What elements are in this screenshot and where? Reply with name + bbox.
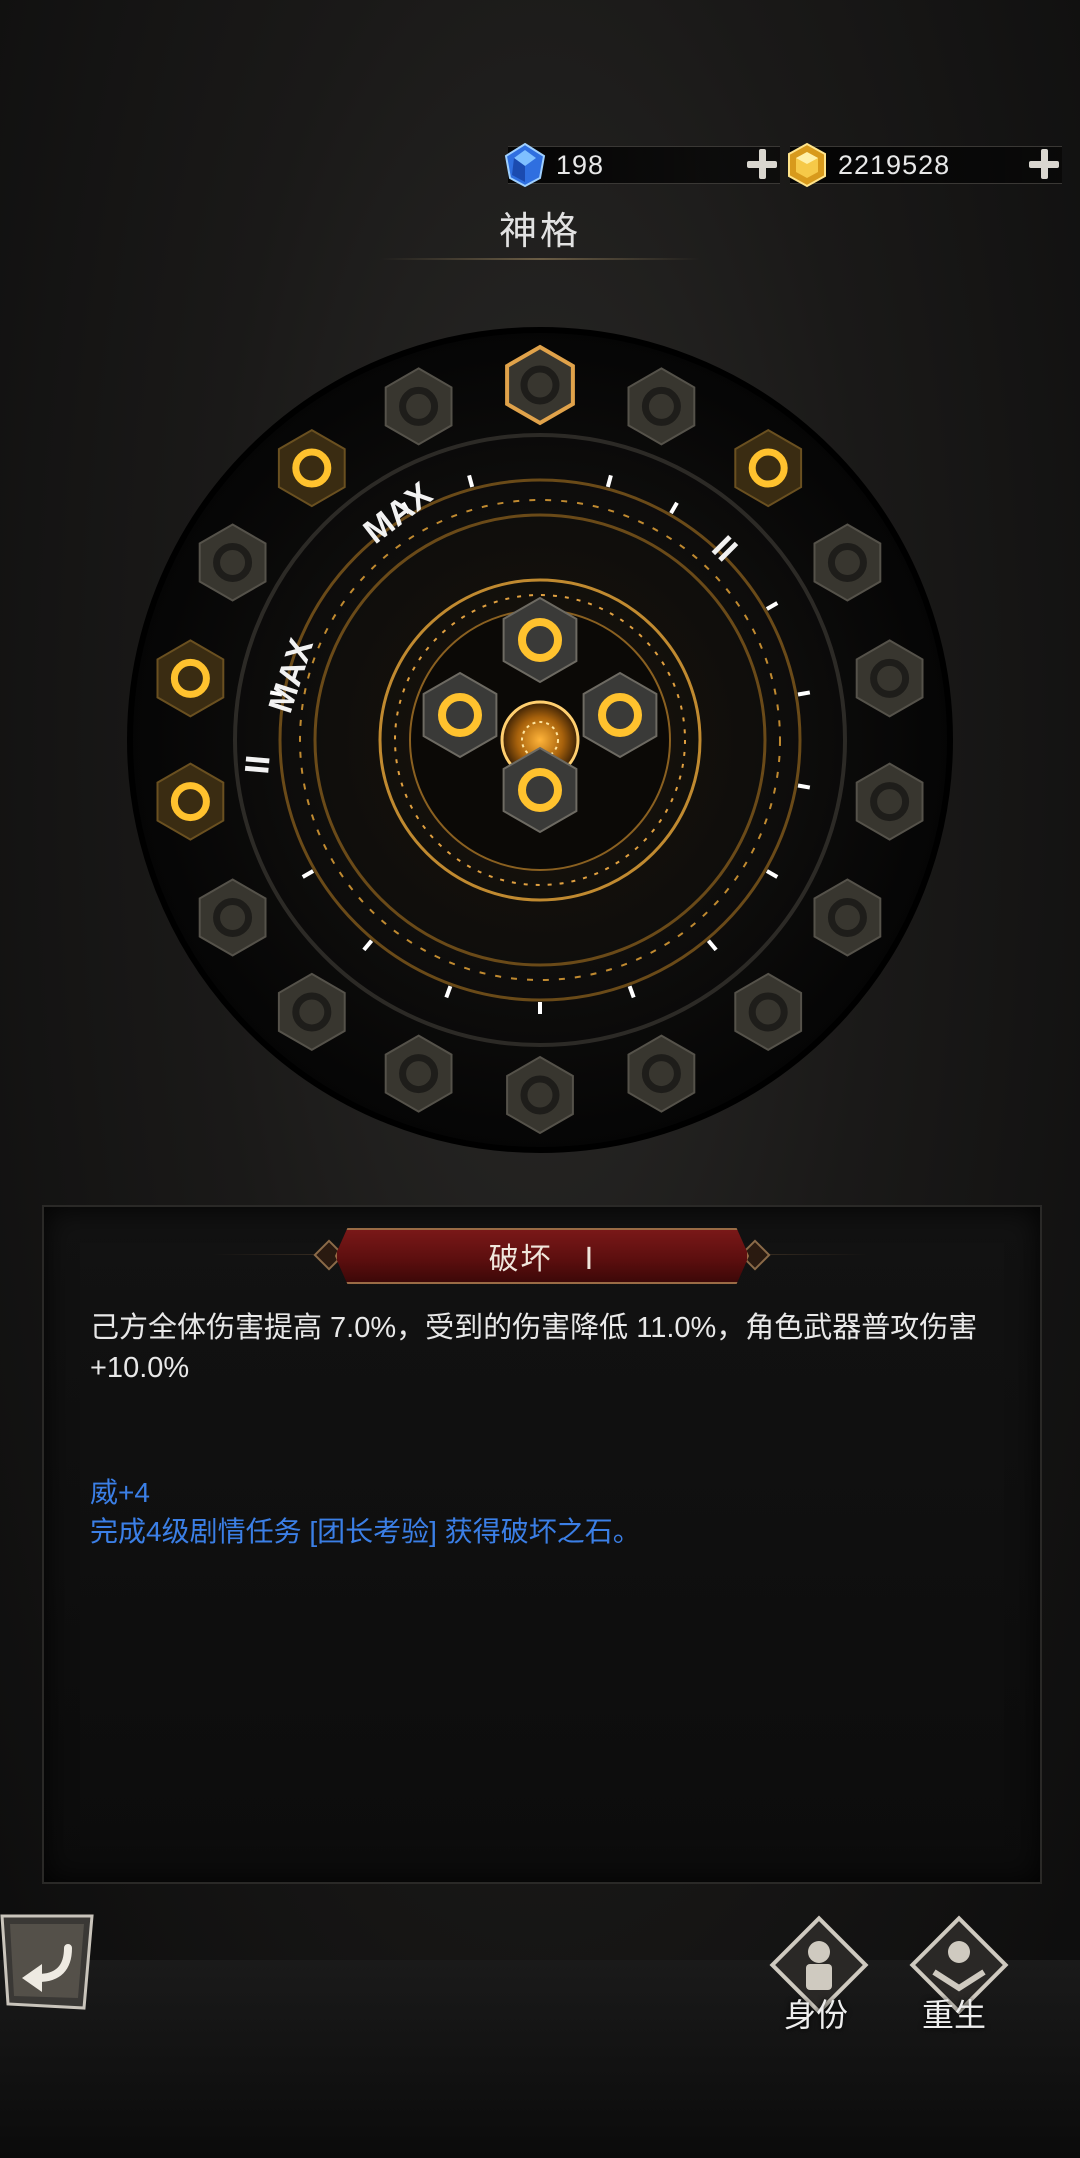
rune-acquire-hint: 完成4级剧情任务 [团长考验] 获得破坏之石。 [90, 1516, 641, 1547]
title-divider [380, 258, 700, 260]
rune-wheel: MAX MAX II II [127, 327, 953, 1153]
add-gems-button[interactable] [744, 146, 780, 182]
blue-gem-icon [504, 142, 546, 188]
person-icon [806, 1941, 832, 1990]
rune-title-banner: 破坏 Ⅰ [335, 1228, 749, 1284]
rebirth-label: 重生 [922, 1997, 987, 2033]
level-marker-2b: II [238, 754, 278, 776]
rune-description: 己方全体伤害提高 7.0%，受到的伤害降低 11.0%，角色武器普攻伤害+10.… [90, 1312, 978, 1384]
identity-label: 身份 [784, 1997, 849, 2033]
gold-gem-icon [788, 142, 826, 188]
gold-count: 2219528 [838, 149, 951, 180]
destruction-rune-icon[interactable] [505, 344, 575, 426]
rune-requirement: 威+4 [90, 1477, 150, 1508]
gem-count: 198 [556, 149, 605, 180]
gold-currency: 2219528 [788, 140, 1062, 190]
gem-currency: 198 [504, 140, 780, 190]
add-gold-button[interactable] [1026, 146, 1062, 182]
back-button[interactable] [0, 1912, 100, 2012]
page-title: 神格 [498, 211, 581, 253]
